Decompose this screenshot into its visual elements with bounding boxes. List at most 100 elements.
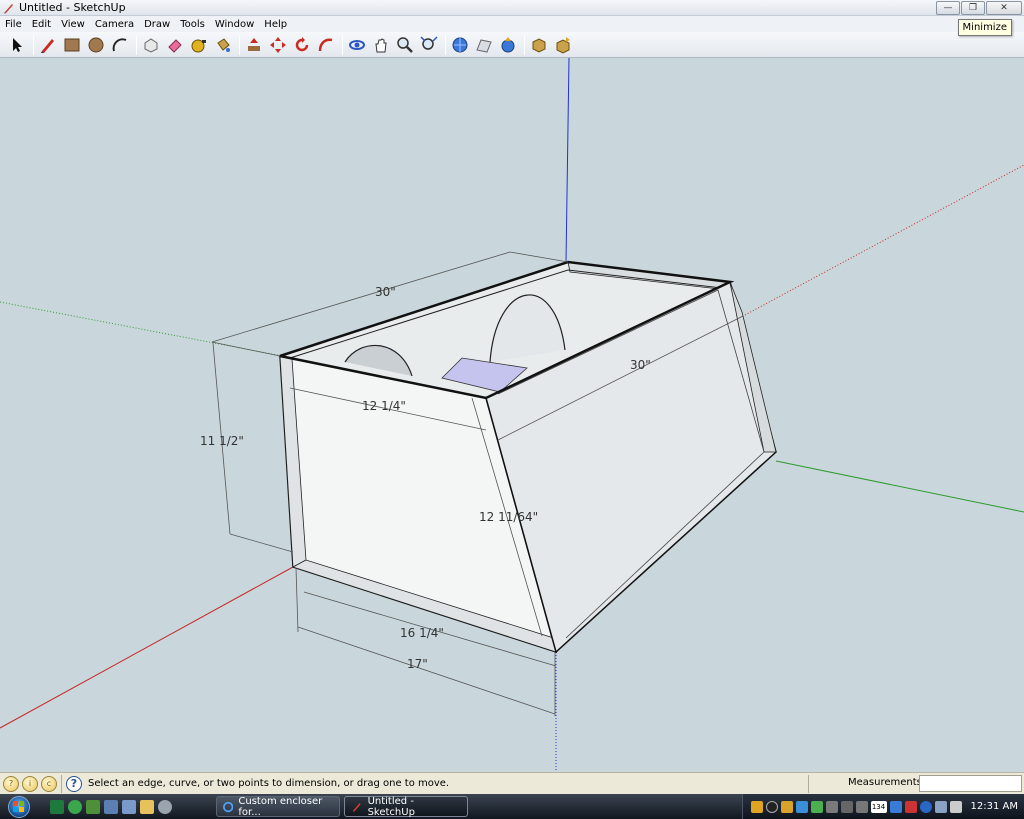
gadget-icon[interactable] [855, 800, 868, 813]
make-component-button[interactable] [140, 34, 162, 56]
toolbar-separator [33, 34, 34, 55]
follow-me-icon [318, 38, 333, 51]
restore-button[interactable]: ❐ [961, 1, 985, 15]
orbit-tool-button[interactable] [346, 34, 368, 56]
shield-icon[interactable] [750, 800, 763, 813]
toolbar-separator [342, 34, 343, 55]
notification-badge[interactable]: 134 [870, 800, 887, 813]
push-pull-button[interactable] [243, 34, 265, 56]
steam-icon[interactable] [765, 800, 778, 813]
settings-icon[interactable] [158, 799, 172, 814]
pan-tool-button[interactable] [370, 34, 392, 56]
zoom-extents-button[interactable] [418, 34, 440, 56]
menu-draw[interactable]: Draw [144, 19, 170, 30]
geo-location-icon[interactable]: ? [3, 775, 19, 792]
user-icon[interactable]: c [41, 775, 57, 792]
dimension-slant[interactable]: 12 11/64" [479, 510, 538, 524]
select-tool-button[interactable] [6, 34, 28, 56]
green-axis [775, 460, 1024, 513]
dimension-height[interactable]: 11 1/2" [200, 434, 244, 448]
measurements-label: Measurements [848, 777, 922, 788]
measurements-input[interactable] [919, 775, 1022, 792]
move-tool-button[interactable] [267, 34, 289, 56]
toolbar-separator [136, 34, 137, 55]
sync-icon[interactable] [889, 800, 902, 813]
menu-help[interactable]: Help [264, 19, 287, 30]
minimize-button[interactable]: — [936, 1, 960, 15]
menu-camera[interactable]: Camera [95, 19, 134, 30]
share-component-button[interactable] [552, 34, 574, 56]
close-icon: ✕ [1000, 3, 1008, 13]
taskbar-item-sketchup[interactable]: Untitled - SketchUp [344, 796, 468, 818]
dimension-top-length[interactable]: 30" [375, 285, 396, 299]
paint-bucket-button[interactable] [212, 34, 234, 56]
title-bar: Untitled - SketchUp — ❐ ✕ [0, 0, 1024, 16]
eraser-tool-button[interactable] [164, 34, 186, 56]
credits-icon[interactable]: i [22, 775, 38, 792]
menu-view[interactable]: View [61, 19, 85, 30]
status-divider [808, 775, 809, 793]
game-icon[interactable] [840, 800, 853, 813]
menu-edit[interactable]: Edit [32, 19, 51, 30]
red-axis [0, 566, 294, 729]
red-axis-dotted [744, 164, 1024, 316]
box-share-icon [556, 36, 570, 54]
c-icon[interactable] [919, 800, 932, 813]
pan-hand-icon [375, 37, 387, 52]
system-tray: 134 12:31 AM [741, 794, 1024, 819]
status-separator [61, 774, 62, 793]
menu-file[interactable]: File [5, 19, 22, 30]
model-canvas[interactable] [0, 58, 1024, 772]
rectangle-tool-button[interactable] [61, 34, 83, 56]
get-models-button[interactable] [449, 34, 471, 56]
dimension-inner-width[interactable]: 12 1/4" [362, 399, 406, 413]
excel-icon[interactable] [50, 799, 64, 814]
modeling-viewport[interactable]: 30" 30" 11 1/2" 12 1/4" 12 11/64" 16 1/4… [0, 58, 1024, 772]
taskbar-item-label: Custom encloser for... [238, 795, 323, 818]
component-icon [144, 37, 158, 53]
move-icon [270, 36, 286, 53]
toolbar-separator [524, 34, 525, 55]
share-model-button[interactable] [497, 34, 519, 56]
follow-me-button[interactable] [315, 34, 337, 56]
pencil-tool-button[interactable] [37, 34, 59, 56]
circle-tool-button[interactable] [85, 34, 107, 56]
pencil-icon [41, 38, 54, 53]
app-icon[interactable] [86, 799, 100, 814]
show-desktop-icon[interactable] [104, 799, 118, 814]
taskbar: Custom encloser for... Untitled - Sketch… [0, 794, 1024, 819]
main-toolbar [0, 32, 1024, 58]
rotate-tool-button[interactable] [291, 34, 313, 56]
dimension-bottom-outer[interactable]: 17" [407, 657, 428, 671]
zoom-tool-button[interactable] [394, 34, 416, 56]
network-icon[interactable] [810, 800, 823, 813]
status-bar: ? i c ? Select an edge, curve, or two po… [0, 772, 1024, 794]
menu-window[interactable]: Window [215, 19, 254, 30]
clock[interactable]: 12:31 AM [971, 801, 1018, 812]
chrome-icon[interactable] [68, 799, 82, 814]
windows-logo-icon [8, 795, 30, 818]
start-button[interactable] [0, 794, 38, 819]
circle-icon [88, 37, 104, 52]
menu-tools[interactable]: Tools [180, 19, 205, 30]
tape-measure-button[interactable] [188, 34, 210, 56]
globe-icon [452, 37, 468, 52]
close-button[interactable]: ✕ [986, 1, 1022, 15]
update-icon[interactable] [825, 800, 838, 813]
get-component-button[interactable] [528, 34, 550, 56]
taskbar-item-browser[interactable]: Custom encloser for... [216, 795, 340, 818]
dimension-bottom-inner[interactable]: 16 1/4" [400, 626, 444, 640]
mail-icon[interactable] [780, 800, 793, 813]
folder-icon[interactable] [140, 799, 154, 814]
photo-texture-button[interactable] [473, 34, 495, 56]
blue-axis [565, 58, 570, 263]
volume-icon[interactable] [949, 800, 962, 813]
switch-windows-icon[interactable] [122, 799, 136, 814]
dimension-side-length[interactable]: 30" [630, 358, 651, 372]
box-icon [532, 37, 546, 53]
display-icon[interactable] [934, 800, 947, 813]
help-icon[interactable]: ? [66, 775, 82, 792]
antivirus-icon[interactable] [904, 800, 917, 813]
arc-tool-button[interactable] [109, 34, 131, 56]
chat-icon[interactable] [795, 800, 808, 813]
